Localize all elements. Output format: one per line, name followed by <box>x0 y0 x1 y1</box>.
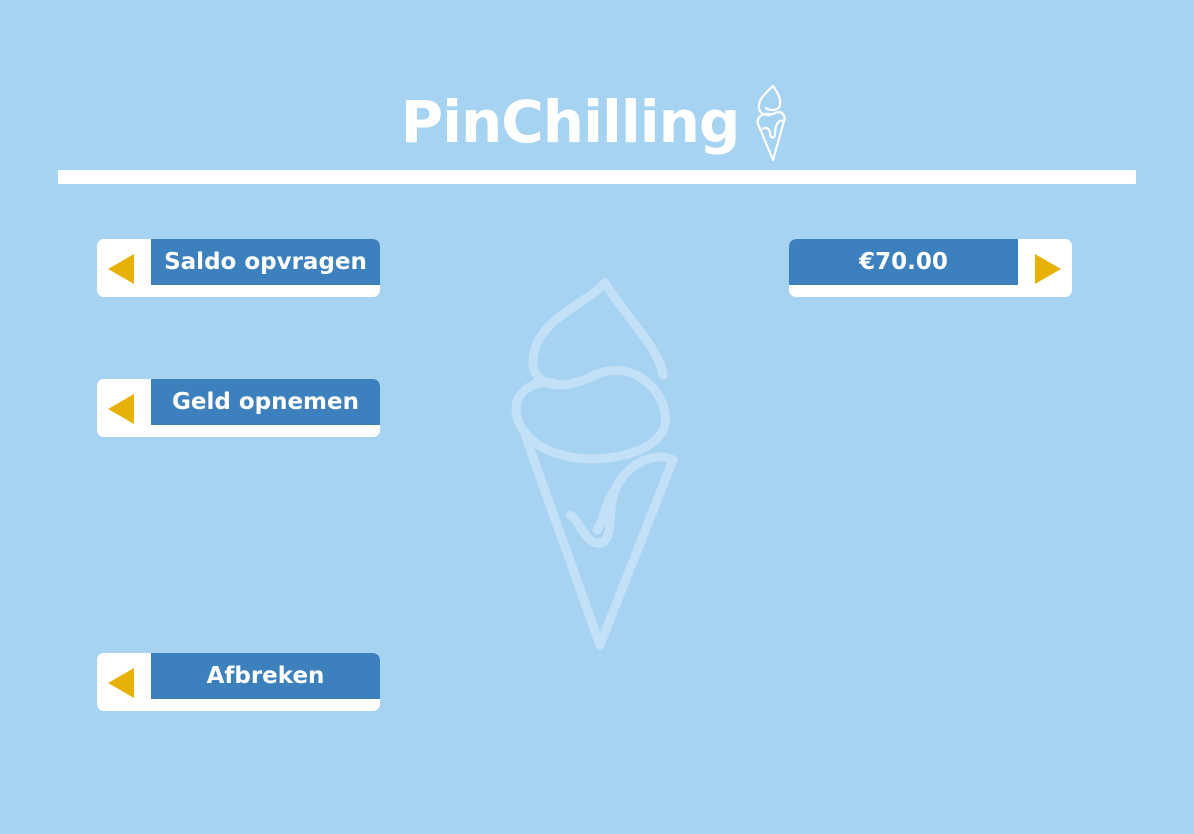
balance-inquiry-button[interactable]: Saldo opvragen <box>97 239 380 297</box>
withdraw-money-label: Geld opnemen <box>151 379 380 425</box>
triangle-right-icon <box>1035 254 1061 284</box>
withdraw-money-button[interactable]: Geld opnemen <box>97 379 380 437</box>
balance-inquiry-label: Saldo opvragen <box>151 239 380 285</box>
ice-cream-cone-icon <box>511 278 678 650</box>
triangle-left-icon <box>108 668 134 698</box>
ice-cream-cone-icon <box>757 84 787 162</box>
app-title: PinChilling <box>400 88 741 156</box>
balance-amount-button[interactable]: €70.00 <box>789 239 1072 297</box>
triangle-left-icon <box>108 394 134 424</box>
balance-amount: €70.00 <box>789 239 1018 285</box>
header-divider <box>58 170 1136 184</box>
cancel-label: Afbreken <box>151 653 380 699</box>
header: PinChilling <box>0 80 1194 164</box>
cancel-button[interactable]: Afbreken <box>97 653 380 711</box>
triangle-left-icon <box>108 254 134 284</box>
